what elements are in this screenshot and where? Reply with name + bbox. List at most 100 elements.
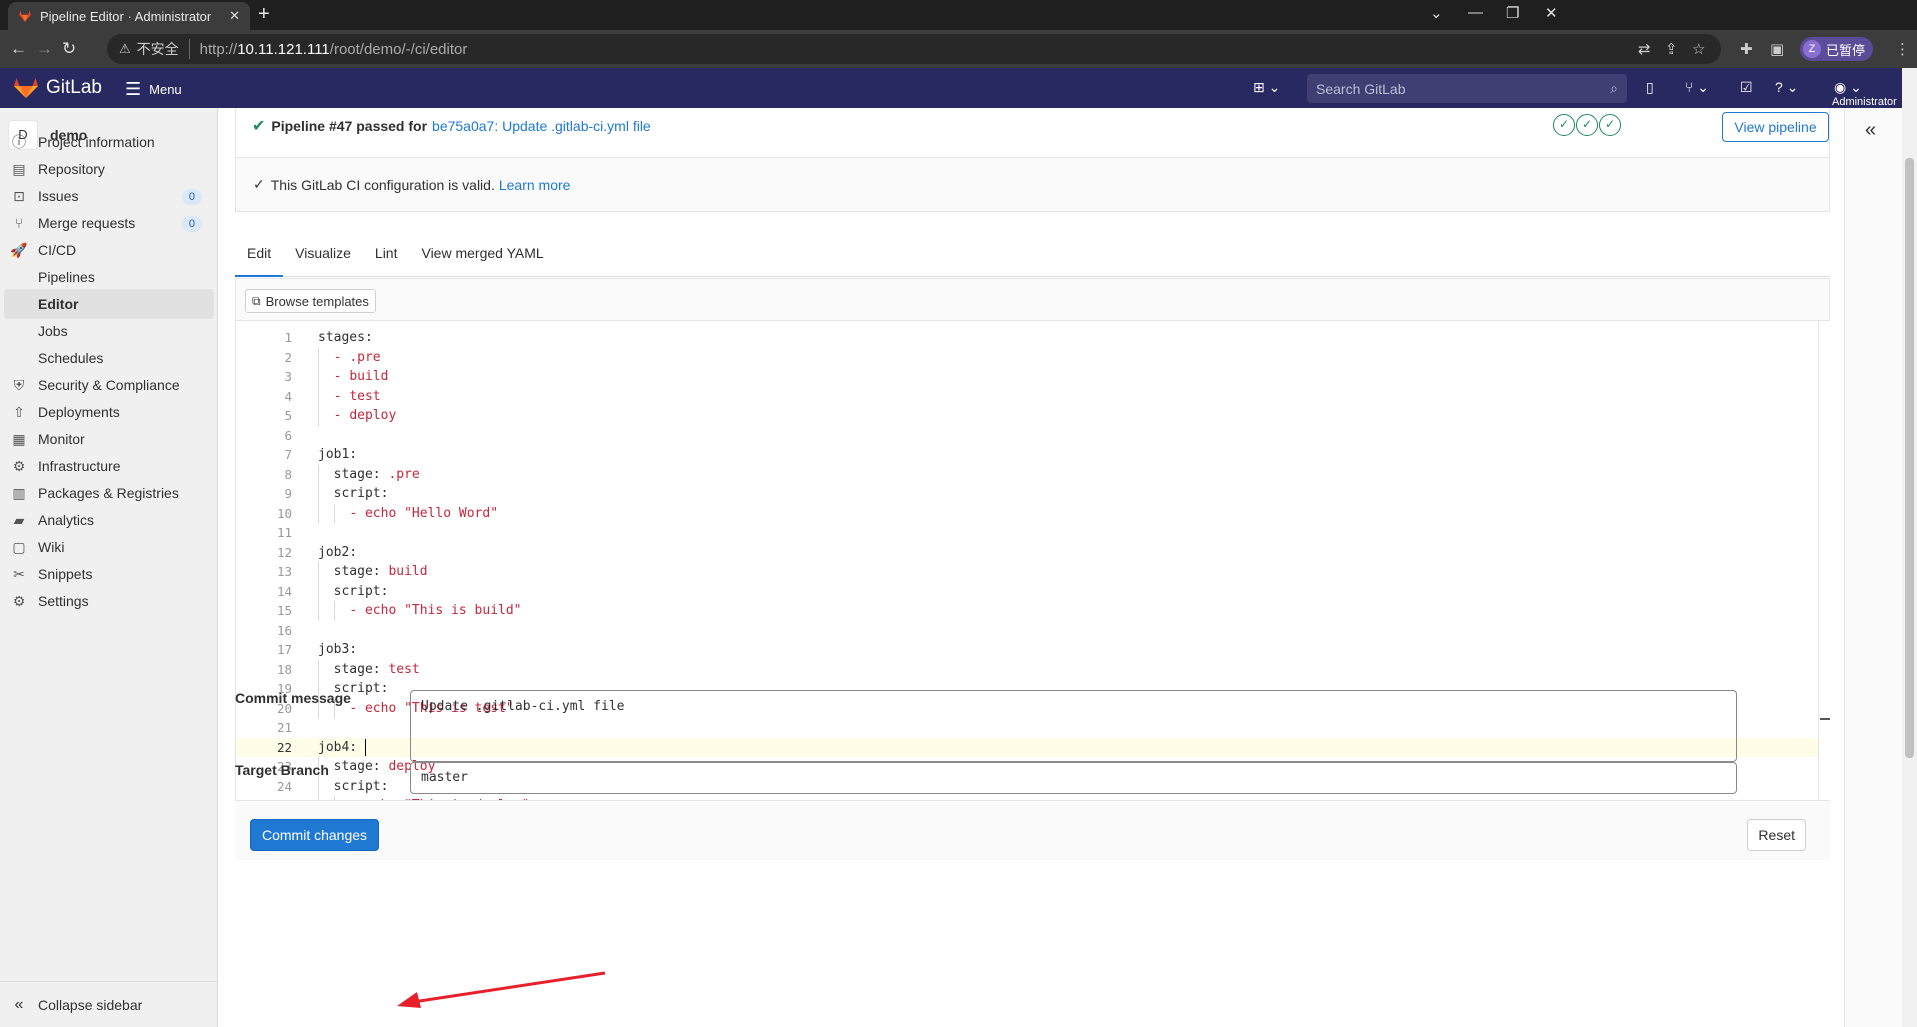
sidebar-item-snippets[interactable]: ✂ Snippets [0,559,218,589]
sidebar-item-wiki[interactable]: ▢ Wiki [0,532,218,562]
translate-icon[interactable]: ⇄ [1638,40,1651,58]
page-scrollbar[interactable] [1902,68,1917,1027]
code-line[interactable]: 5 - deploy [236,406,1818,425]
commit-link[interactable]: be75a0a7: Update .gitlab-ci.yml file [432,118,651,134]
commit-message-input[interactable]: Update .gitlab-ci.yml file [410,690,1737,762]
browse-templates-button[interactable]: ⧉ Browse templates [245,289,376,313]
validation-text: This GitLab CI configuration is valid. [270,176,495,193]
code-line[interactable]: 2 - .pre [236,348,1818,367]
form-actions: Commit changes Reset [235,800,1830,860]
browser-menu-icon[interactable]: ⋮ [1895,40,1910,58]
stage-passed-icon[interactable]: ✓ [1576,114,1598,136]
tab-lint[interactable]: Lint [363,232,410,277]
reset-button[interactable]: Reset [1747,819,1806,851]
annotation-arrow [397,971,606,1008]
code-line[interactable]: 4 - test [236,387,1818,406]
url-omnibox[interactable]: ⚠ 不安全 http://10.11.121.111/root/demo/-/c… [107,34,1721,64]
code-line[interactable]: 7 job1: [236,445,1818,464]
code-line[interactable]: 8 stage: .pre [236,465,1818,484]
code-line[interactable]: 10 - echo "Hello Word" [236,504,1818,523]
extensions-icon[interactable]: ✚ [1740,40,1753,58]
window-close-icon[interactable]: ✕ [1545,4,1558,22]
code-line[interactable]: 13 stage: build [236,562,1818,581]
sidebar-item-infrastructure[interactable]: ⚙ Infrastructure [0,451,218,481]
menu-button[interactable]: ☰ Menu [125,79,182,100]
search-input[interactable]: Search GitLab ⌕ [1307,74,1627,103]
issues-icon[interactable]: ▯ [1646,79,1654,96]
sidebar-item-project-information[interactable]: ⓘ Project information [0,127,218,157]
commit-changes-button[interactable]: Commit changes [250,819,380,851]
tab-search-chevron-icon[interactable]: ⌄ [1430,4,1443,22]
insecure-label[interactable]: 不安全 [137,39,190,59]
editor-scrollbar[interactable] [1818,321,1830,817]
merge-requests-icon[interactable]: ⑂ ⌄ [1685,79,1709,96]
sidebar-item-ci-cd[interactable]: 🚀 CI/CD [0,235,218,265]
browser-profile-chip[interactable]: Z 已暂停 [1800,37,1874,61]
expand-panel-icon[interactable]: « [1865,119,1876,142]
sidebar-item-merge-requests[interactable]: ⑂ Merge requests 0 [0,208,218,238]
tab-edit[interactable]: Edit [235,232,284,277]
code-line[interactable]: 12 job2: [236,543,1818,562]
side-panel-icon[interactable]: ▣ [1770,40,1784,58]
new-tab-button[interactable]: + [258,3,270,26]
user-avatar-icon[interactable]: ◉ ⌄ [1834,79,1862,96]
monitor-icon: ▦ [12,430,26,447]
sidebar-item-settings[interactable]: ⚙ Settings [0,586,218,616]
todo-icon[interactable]: ☑ [1740,79,1753,96]
indent-guide [318,406,319,426]
indent-guide [318,484,319,504]
back-icon[interactable]: ← [10,39,27,59]
new-item-dropdown-icon[interactable]: ⊞ ⌄ [1253,79,1280,96]
sidebar-item-deployments[interactable]: ⇧ Deployments [0,397,218,427]
code-line[interactable]: 9 script: [236,484,1818,503]
line-number: 5 [284,408,292,423]
sidebar-item-packages-registries[interactable]: ▥ Packages & Registries [0,478,218,508]
code-line[interactable]: 3 - build [236,367,1818,386]
sidebar-item-repository[interactable]: ▤ Repository [0,154,218,184]
bookmark-star-icon[interactable]: ☆ [1692,40,1705,58]
sidebar-item-monitor[interactable]: ▦ Monitor [0,424,218,454]
indent-guide [333,503,335,523]
sidebar-subitem-pipelines[interactable]: Pipelines [0,262,218,292]
learn-more-link[interactable]: Learn more [499,177,571,193]
stage-passed-icon[interactable]: ✓ [1599,114,1621,136]
sidebar-subitem-editor[interactable]: Editor [4,289,214,319]
help-icon[interactable]: ? ⌄ [1775,79,1798,96]
view-pipeline-button[interactable]: View pipeline [1722,112,1829,142]
pipeline-status-card: ✔ Pipeline #47 passed for be75a0a7: Upda… [235,108,1830,158]
tab-visualize[interactable]: Visualize [283,232,363,277]
sidebar-item-security-compliance[interactable]: ⛨ Security & Compliance [0,370,218,400]
tab-close-icon[interactable]: ✕ [229,8,240,24]
scrollbar-thumb[interactable] [1905,158,1914,758]
reload-icon[interactable]: ↻ [62,39,76,59]
url-path: /root/demo/-/ci/editor [329,40,468,58]
code-line[interactable]: 1 stages: [236,328,1818,347]
right-rail: « [1844,108,1902,1027]
code-line[interactable]: 17 job3: [236,640,1818,659]
tab-view-merged-yaml[interactable]: View merged YAML [409,232,555,277]
minimize-icon[interactable]: — [1468,4,1483,21]
share-icon[interactable]: ⇪ [1665,40,1678,58]
browser-tab-title: Pipeline Editor · Administrator [40,8,212,24]
restore-icon[interactable]: ❐ [1506,4,1519,22]
info-icon: ⓘ [12,134,26,150]
code-line[interactable]: 14 script: [236,582,1818,601]
gitlab-brand[interactable]: GitLab [46,77,102,99]
stage-passed-icon[interactable]: ✓ [1553,114,1575,136]
browser-tab[interactable]: Pipeline Editor · Administrator ✕ [8,2,250,30]
code-line[interactable]: 15 - echo "This is build" [236,601,1818,620]
forward-icon[interactable]: → [36,39,53,59]
gitlab-logo-icon[interactable] [13,77,39,99]
sidebar-item-analytics[interactable]: ▰ Analytics [0,505,218,535]
target-branch-input[interactable]: master [410,762,1737,794]
sidebar-subitem-jobs[interactable]: Jobs [0,316,218,346]
code-line[interactable]: 11 [236,523,1818,542]
sidebar-subitem-schedules[interactable]: Schedules [0,343,218,373]
code-line[interactable]: 16 [236,621,1818,640]
code-line[interactable]: 6 [236,426,1818,445]
indent-guide [333,601,335,621]
url-host: 10.11.121.111 [237,40,330,58]
collapse-sidebar-button[interactable]: « Collapse sidebar [0,981,218,1027]
sidebar-item-issues[interactable]: ⊡ Issues 0 [0,181,218,211]
code-line[interactable]: 18 stage: test [236,660,1818,679]
